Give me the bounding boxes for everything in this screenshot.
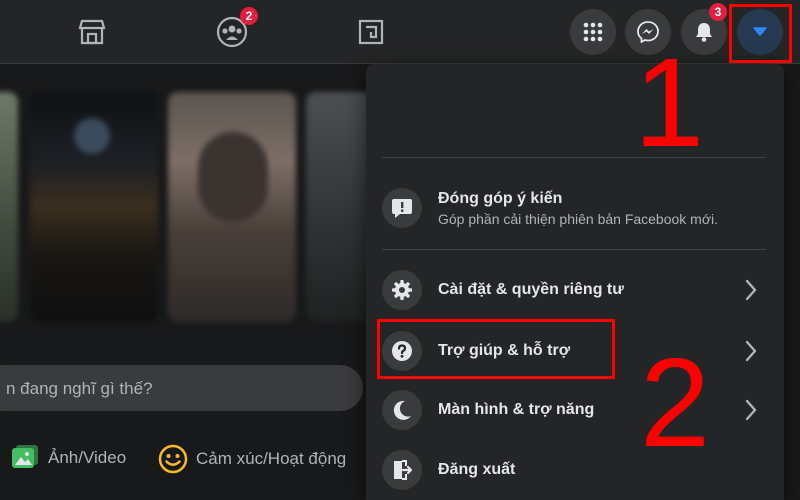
stories-row — [0, 92, 376, 322]
menu-item-logout-label: Đăng xuất — [438, 461, 516, 478]
menu-grid-button[interactable] — [570, 9, 616, 55]
menu-item-settings-label: Cài đặt & quyền riêng tư — [438, 281, 624, 298]
composer-placeholder: n đang nghĩ gì thế? — [6, 379, 153, 398]
highlight-account-button — [729, 4, 792, 63]
photo-video-label: Ảnh/Video — [48, 448, 127, 467]
chevron-right-icon — [745, 340, 757, 362]
screen: 2 3 n đang nghĩ gì thế? Ảnh/Video Cảm xú… — [0, 0, 800, 500]
chevron-right-icon — [745, 279, 757, 301]
menu-item-display-accessibility[interactable]: Màn hình & trợ năng — [382, 387, 772, 433]
smiley-icon — [158, 444, 188, 474]
menu-item-feedback-subtitle: Góp phần cải thiện phiên bản Facebook mớ… — [438, 210, 719, 227]
menu-item-feedback-title: Đóng góp ý kiến — [438, 189, 563, 207]
feedback-icon — [382, 188, 422, 228]
divider — [382, 249, 766, 250]
highlight-help-item — [377, 319, 615, 379]
menu-item-settings-privacy[interactable]: Cài đặt & quyền riêng tư — [382, 267, 772, 313]
post-composer[interactable]: n đang nghĩ gì thế? — [0, 365, 363, 411]
story-card[interactable] — [30, 92, 158, 322]
gear-icon — [382, 270, 422, 310]
menu-item-logout[interactable]: Đăng xuất — [382, 447, 772, 493]
notifications-badge: 3 — [709, 3, 727, 21]
chevron-right-icon — [745, 399, 757, 421]
photo-video-action[interactable]: Ảnh/Video — [10, 444, 126, 472]
story-card[interactable] — [168, 92, 296, 322]
menu-item-display-label: Màn hình & trợ năng — [438, 401, 595, 418]
divider — [382, 157, 766, 158]
grid-icon — [583, 22, 603, 42]
moon-icon — [382, 390, 422, 430]
groups-badge: 2 — [240, 7, 258, 25]
logout-icon — [382, 450, 422, 490]
marketplace-icon[interactable] — [74, 14, 110, 50]
feeling-activity-label: Cảm xúc/Hoạt động — [196, 449, 347, 468]
step-number-2: 2 — [640, 332, 711, 473]
story-card[interactable] — [0, 92, 18, 322]
gaming-icon[interactable] — [353, 14, 389, 50]
photo-icon — [12, 445, 38, 468]
step-number-1: 1 — [634, 32, 705, 173]
menu-item-feedback[interactable]: Đóng góp ý kiến Góp phần cải thiện phiên… — [382, 185, 772, 231]
account-dropdown-menu: Đóng góp ý kiến Góp phần cải thiện phiên… — [366, 64, 784, 500]
feeling-activity-action[interactable]: Cảm xúc/Hoạt động — [158, 444, 346, 474]
